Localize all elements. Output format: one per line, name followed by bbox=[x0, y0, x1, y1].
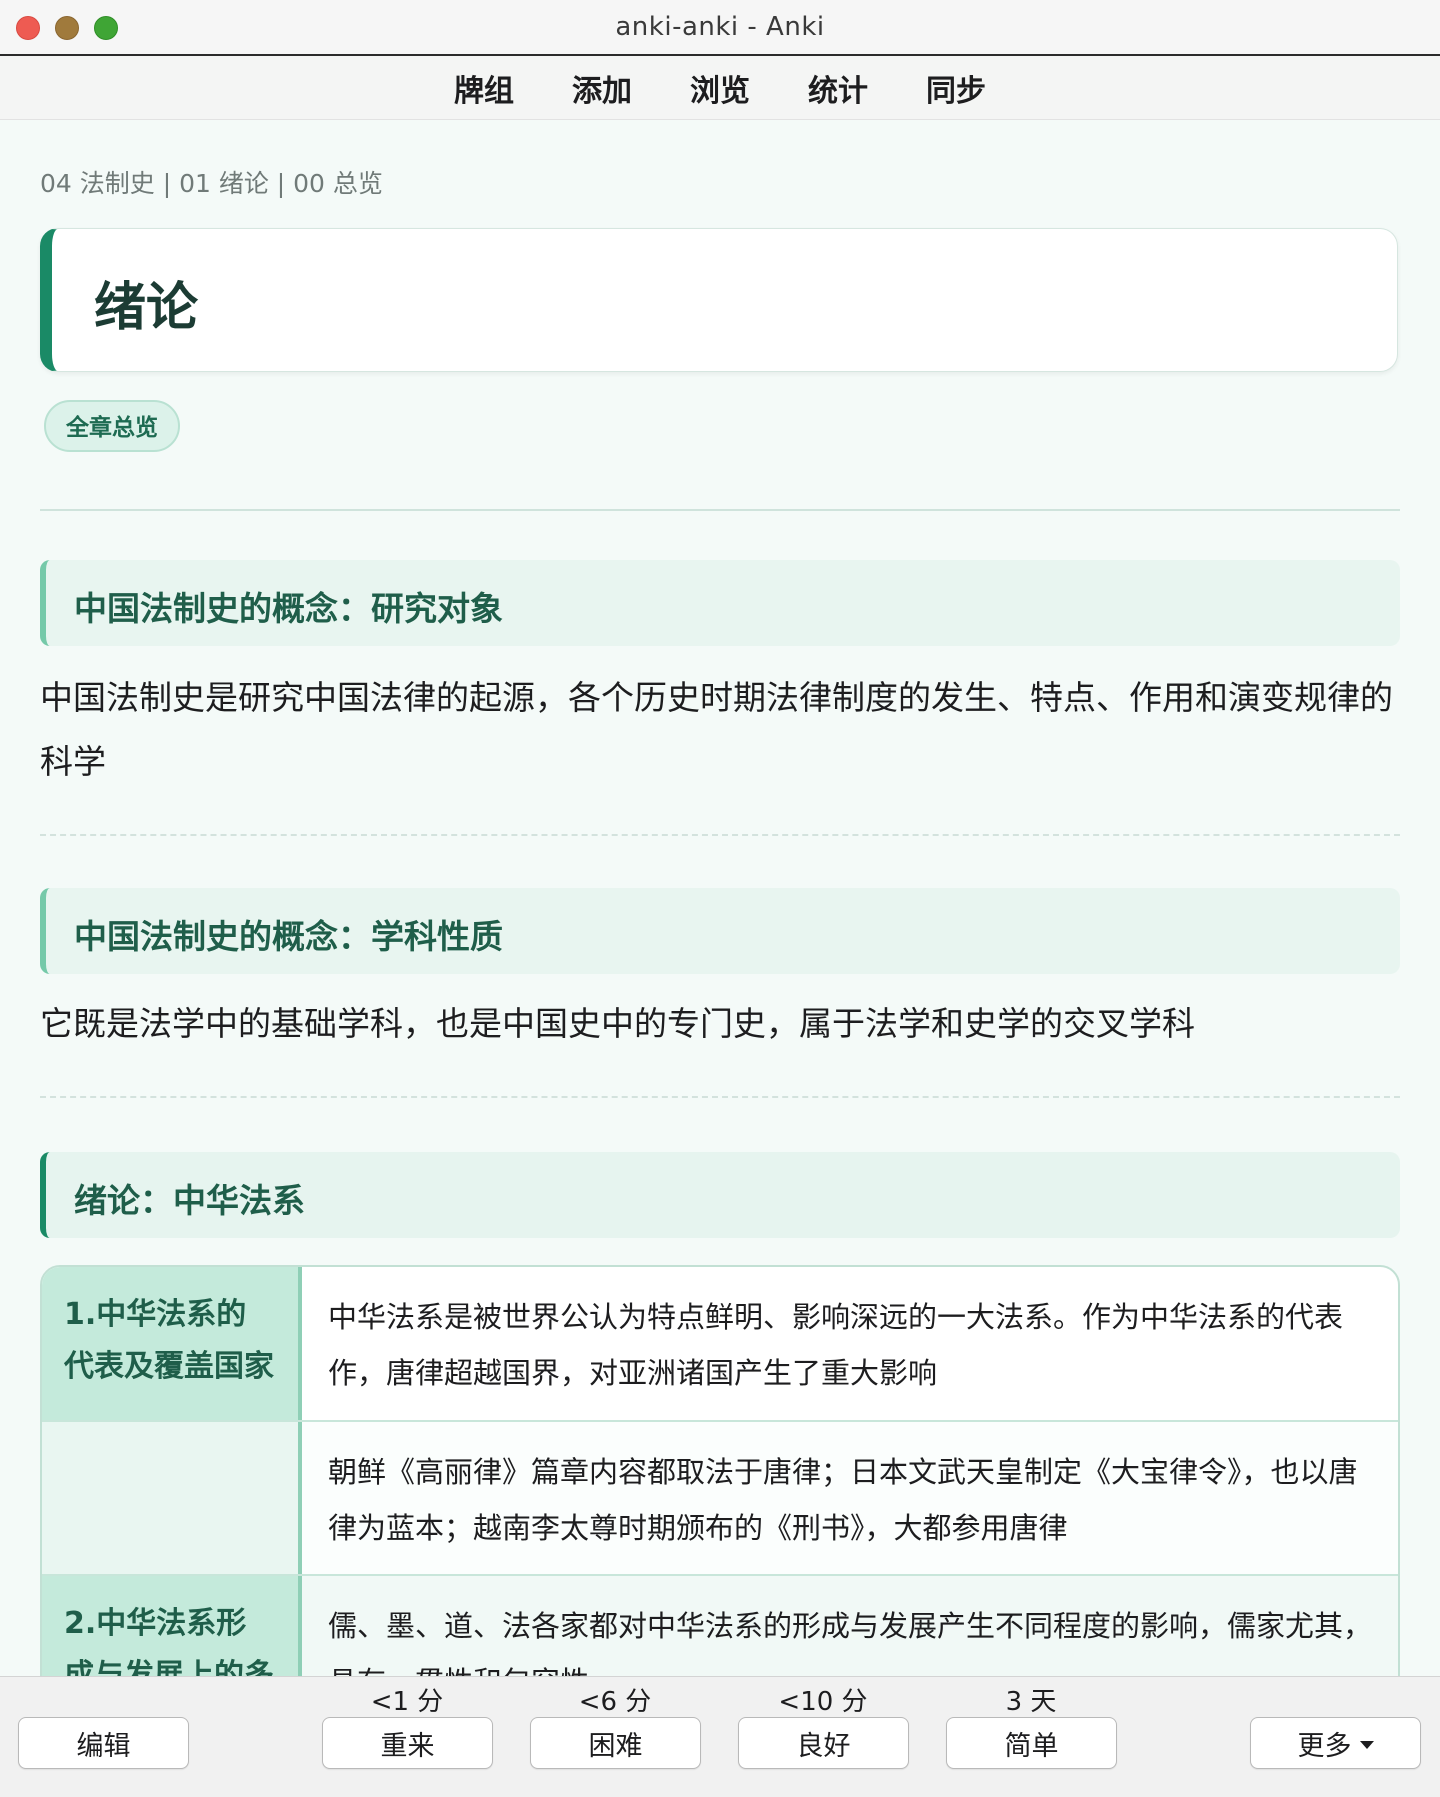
nav-add[interactable]: 添加 bbox=[572, 66, 632, 110]
easy-interval: 3 天 bbox=[1005, 1687, 1057, 1717]
breadcrumb: 04 法制史 | 01 绪论 | 00 总览 bbox=[40, 169, 383, 198]
window-titlebar: anki-anki - Anki bbox=[0, 0, 1440, 56]
again-button-label: 重来 bbox=[380, 1730, 435, 1762]
table-text-cell: 中华法系是被世界公认为特点鲜明、影响深远的一大法系。作为中华法系的代表作，唐律超… bbox=[302, 1267, 1398, 1420]
again-button[interactable]: 重来 bbox=[322, 1717, 493, 1769]
section-heading: 绪论：中华法系 bbox=[40, 1152, 1400, 1238]
table-label: 1.中华法系的代表及覆盖国家 bbox=[64, 1297, 274, 1384]
window-title: anki-anki - Anki bbox=[615, 12, 825, 42]
table-text-cell: 儒、墨、道、法各家都对中华法系的形成与发展产生不同程度的影响，儒家尤其，具有一贯… bbox=[302, 1576, 1398, 1676]
answer-bar: 编辑 <1 分 重来 <6 分 困难 <10 分 良好 3 天 简单 更多 bbox=[0, 1676, 1440, 1797]
edit-button[interactable]: 编辑 bbox=[18, 1717, 189, 1769]
good-button-label: 良好 bbox=[796, 1730, 851, 1762]
table-label-cell: 2.中华法系形成与发展上的多 bbox=[42, 1576, 302, 1676]
section-heading: 中国法制史的概念：研究对象 bbox=[40, 560, 1400, 646]
nav-stats[interactable]: 统计 bbox=[808, 66, 868, 110]
more-button-label: 更多 bbox=[1297, 1730, 1352, 1762]
table-text: 中华法系是被世界公认为特点鲜明、影响深远的一大法系。作为中华法系的代表作，唐律超… bbox=[328, 1300, 1344, 1390]
top-toolbar: 牌组 添加 浏览 统计 同步 bbox=[0, 56, 1440, 120]
chapter-tag: 全章总览 bbox=[44, 400, 180, 452]
table-row: 1.中华法系的代表及覆盖国家 中华法系是被世界公认为特点鲜明、影响深远的一大法系… bbox=[42, 1267, 1398, 1422]
table-text: 儒、墨、道、法各家都对中华法系的形成与发展产生不同程度的影响，儒家尤其，具有一贯… bbox=[328, 1609, 1373, 1676]
section-body: 中国法制史是研究中国法律的起源，各个历史时期法律制度的发生、特点、作用和演变规律… bbox=[40, 678, 1393, 781]
divider bbox=[40, 509, 1400, 511]
hard-button[interactable]: 困难 bbox=[530, 1717, 701, 1769]
table-text: 朝鲜《高丽律》篇章内容都取法于唐律；日本文武天皇制定《大宝律令》，也以唐律为蓝本… bbox=[328, 1455, 1358, 1545]
card-title-box: 绪论 bbox=[40, 228, 1398, 372]
card-content[interactable]: 04 法制史 | 01 绪论 | 00 总览 绪论 全章总览 中国法制史的概念：… bbox=[0, 120, 1440, 1676]
easy-button[interactable]: 简单 bbox=[946, 1717, 1117, 1769]
close-window-button[interactable] bbox=[16, 16, 40, 40]
card-title: 绪论 bbox=[94, 278, 199, 338]
hard-interval: <6 分 bbox=[578, 1687, 652, 1717]
window-controls bbox=[16, 16, 118, 40]
good-button[interactable]: 良好 bbox=[738, 1717, 909, 1769]
zoom-window-button[interactable] bbox=[94, 16, 118, 40]
dashed-divider bbox=[40, 834, 1400, 836]
dashed-divider bbox=[40, 1096, 1400, 1098]
table-text-cell: 朝鲜《高丽律》篇章内容都取法于唐律；日本文武天皇制定《大宝律令》，也以唐律为蓝本… bbox=[302, 1422, 1398, 1574]
easy-button-label: 简单 bbox=[1004, 1730, 1059, 1762]
table-label bbox=[42, 1422, 298, 1444]
table-row: 朝鲜《高丽律》篇章内容都取法于唐律；日本文武天皇制定《大宝律令》，也以唐律为蓝本… bbox=[42, 1422, 1398, 1576]
caret-down-icon bbox=[1359, 1741, 1374, 1749]
more-button[interactable]: 更多 bbox=[1250, 1717, 1421, 1769]
section-body: 它既是法学中的基础学科，也是中国史中的专门史，属于法学和史学的交叉学科 bbox=[40, 1004, 1195, 1043]
edit-button-label: 编辑 bbox=[76, 1730, 131, 1762]
section-heading: 中国法制史的概念：学科性质 bbox=[40, 888, 1400, 974]
nav-decks[interactable]: 牌组 bbox=[454, 66, 514, 110]
hard-button-label: 困难 bbox=[588, 1730, 643, 1762]
section-heading-text: 中国法制史的概念：研究对象 bbox=[74, 589, 503, 628]
table-label-cell: 1.中华法系的代表及覆盖国家 bbox=[42, 1267, 302, 1420]
table-label-cell bbox=[42, 1422, 302, 1574]
minimize-window-button[interactable] bbox=[55, 16, 79, 40]
legal-system-table: 1.中华法系的代表及覆盖国家 中华法系是被世界公认为特点鲜明、影响深远的一大法系… bbox=[40, 1265, 1400, 1676]
table-label: 2.中华法系形成与发展上的多 bbox=[64, 1606, 274, 1676]
table-row: 2.中华法系形成与发展上的多 儒、墨、道、法各家都对中华法系的形成与发展产生不同… bbox=[42, 1576, 1398, 1676]
good-interval: <10 分 bbox=[778, 1687, 868, 1717]
section-heading-text: 中国法制史的概念：学科性质 bbox=[74, 917, 503, 956]
nav-sync[interactable]: 同步 bbox=[926, 66, 986, 110]
again-interval: <1 分 bbox=[370, 1687, 444, 1717]
section-heading-text: 绪论：中华法系 bbox=[74, 1181, 305, 1220]
nav-browse[interactable]: 浏览 bbox=[690, 66, 750, 110]
